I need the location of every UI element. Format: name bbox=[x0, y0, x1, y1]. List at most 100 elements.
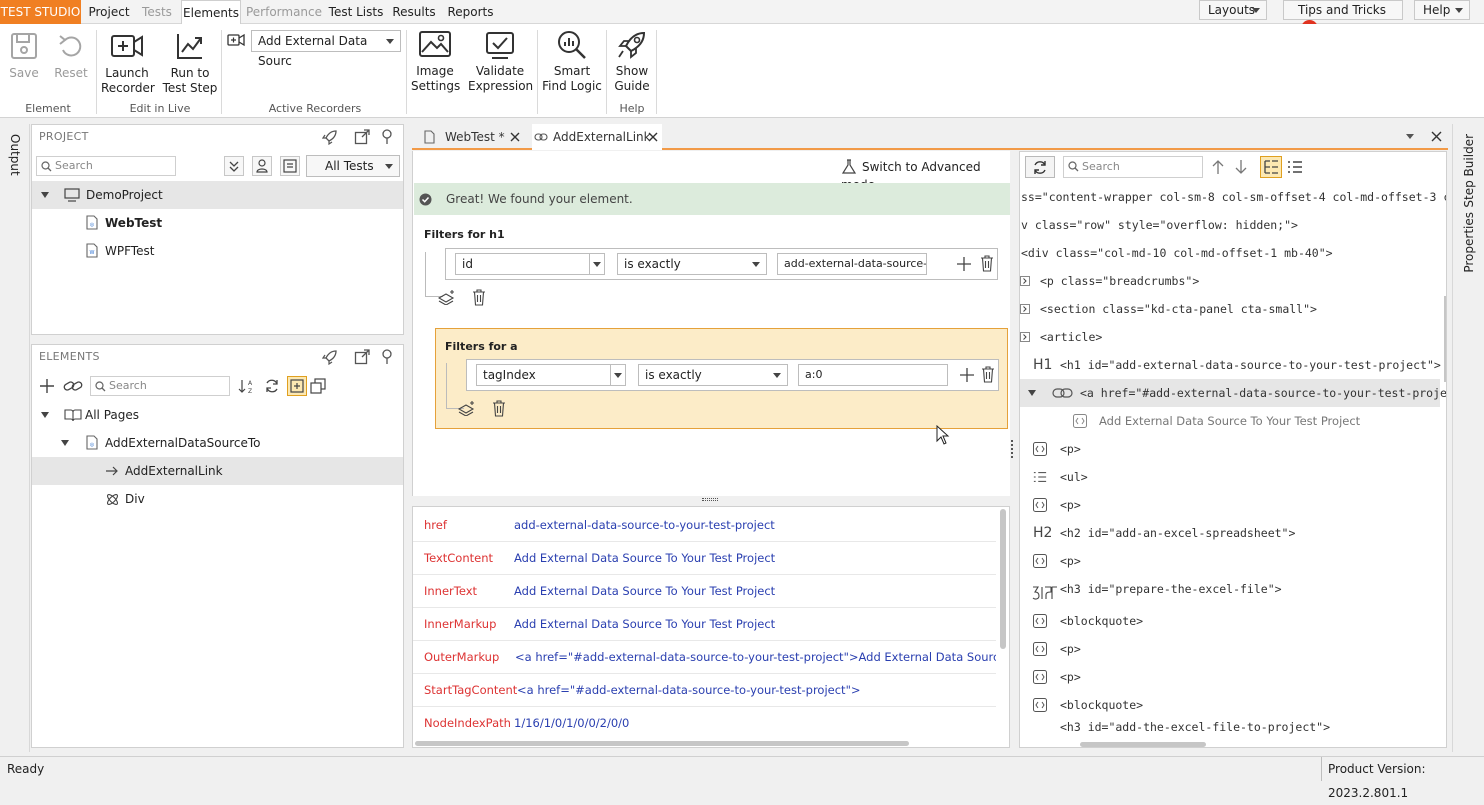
expand-arrow-icon[interactable] bbox=[41, 192, 49, 198]
dom-node-selected[interactable]: <a href="#add-external-data-source-to-yo… bbox=[1020, 379, 1446, 407]
arrow-up-icon[interactable] bbox=[1211, 159, 1225, 175]
tree-view-toggle[interactable] bbox=[1260, 156, 1282, 178]
trash-icon[interactable] bbox=[980, 255, 994, 272]
notes-button[interactable] bbox=[280, 156, 300, 176]
filter-value-input[interactable]: a:0 bbox=[798, 364, 948, 386]
layers-add-icon[interactable] bbox=[458, 400, 476, 416]
dom-node[interactable]: H2 <h2 id="add-an-excel-spreadsheet"> bbox=[1020, 519, 1446, 547]
tab-test-lists[interactable]: Test Lists bbox=[326, 0, 386, 24]
pin-icon[interactable] bbox=[380, 349, 394, 365]
add-icon[interactable] bbox=[39, 378, 55, 394]
tab-tests[interactable]: Tests bbox=[136, 0, 178, 24]
smart-find-logic-button[interactable]: Smart Find Logic bbox=[542, 30, 602, 94]
tab-project[interactable]: Project bbox=[84, 0, 134, 24]
tips-and-tricks-button[interactable]: Tips and Tricks26 bbox=[1283, 0, 1403, 37]
operator-select[interactable]: is exactly bbox=[638, 364, 788, 386]
expand-arrow-icon[interactable] bbox=[41, 412, 49, 418]
expand-icon[interactable] bbox=[1020, 304, 1030, 314]
rocket-icon[interactable] bbox=[322, 129, 338, 145]
tree-item-page[interactable]: ◎ AddExternalDataSourceTo bbox=[32, 429, 403, 457]
dom-node[interactable]: <h3 id="add-the-excel-file-to-project"> bbox=[1020, 721, 1446, 735]
horizontal-splitter[interactable] bbox=[412, 496, 1010, 504]
trash-icon[interactable] bbox=[472, 289, 486, 306]
user-filter-button[interactable] bbox=[252, 156, 272, 176]
rocket-icon[interactable] bbox=[322, 349, 338, 365]
arrow-down-icon[interactable] bbox=[1234, 159, 1248, 175]
dom-node[interactable]: <p> bbox=[1020, 491, 1446, 519]
project-search-input[interactable]: Search bbox=[36, 156, 176, 176]
properties-tab[interactable]: Properties bbox=[1462, 212, 1476, 273]
tree-item-webtest[interactable]: ◎ WebTest bbox=[32, 209, 403, 237]
property-row[interactable]: InnerMarkup Add External Data Source To … bbox=[413, 608, 996, 641]
expand-all-toggle[interactable] bbox=[287, 376, 307, 396]
dom-node[interactable]: v class="row" style="overflow: hidden;"> bbox=[1021, 211, 1298, 239]
property-row[interactable]: NodeIndexPath 1/16/1/0/1/0/0/2/0/0 bbox=[413, 707, 996, 740]
switch-advanced-button[interactable]: Switch to Advanced mode bbox=[841, 158, 1010, 192]
help-dropdown[interactable]: Help bbox=[1414, 0, 1470, 20]
test-filter-select[interactable]: All Tests bbox=[306, 155, 400, 177]
show-guide-button[interactable]: Show Guide bbox=[612, 30, 652, 94]
dom-node[interactable]: <h3 id="prepare-the-excel-file"> bbox=[1020, 577, 1446, 605]
close-icon[interactable] bbox=[1431, 131, 1442, 142]
external-window-icon[interactable] bbox=[354, 129, 370, 145]
dom-node[interactable]: <p> bbox=[1020, 435, 1446, 463]
property-row[interactable]: StartTagContent <a href="#add-external-d… bbox=[413, 674, 996, 707]
property-row[interactable]: OuterMarkup <a href="#add-external-data-… bbox=[413, 641, 996, 674]
attribute-select[interactable]: tagIndex bbox=[476, 364, 626, 386]
tree-item-demoproject[interactable]: DemoProject bbox=[32, 181, 403, 209]
dom-node[interactable]: <p> bbox=[1020, 547, 1446, 575]
pin-icon[interactable] bbox=[380, 129, 394, 145]
link-icon[interactable] bbox=[63, 378, 83, 394]
dom-node[interactable]: <article> bbox=[1020, 323, 1446, 351]
tab-elements[interactable]: Elements bbox=[181, 0, 241, 25]
layouts-dropdown[interactable]: Layouts bbox=[1199, 0, 1267, 20]
dom-node[interactable]: <div class="col-md-10 col-md-offset-1 mb… bbox=[1021, 239, 1333, 267]
list-view-icon[interactable] bbox=[1286, 158, 1304, 176]
filter-value-input[interactable]: add-external-data-source-t bbox=[777, 253, 927, 275]
expand-arrow-icon[interactable] bbox=[61, 440, 69, 446]
dom-node[interactable]: <p class="breadcrumbs"> bbox=[1020, 267, 1446, 295]
add-filter-icon[interactable] bbox=[960, 368, 974, 382]
image-settings-button[interactable]: Image Settings bbox=[411, 30, 460, 94]
copy-icon[interactable] bbox=[309, 378, 327, 394]
tab-addexternallink[interactable]: AddExternalLink bbox=[532, 124, 662, 150]
close-icon[interactable] bbox=[510, 132, 520, 142]
expand-icon[interactable] bbox=[1020, 276, 1030, 286]
run-to-test-step-button[interactable]: Run to Test Step bbox=[162, 30, 218, 96]
horizontal-scrollbar[interactable] bbox=[1080, 742, 1206, 747]
dom-node[interactable]: <p> bbox=[1020, 663, 1446, 691]
tab-webtest[interactable]: WebTest * bbox=[424, 124, 532, 150]
output-tab[interactable]: Output bbox=[8, 134, 22, 176]
external-window-icon[interactable] bbox=[354, 349, 370, 365]
dom-node[interactable]: <ul> bbox=[1020, 463, 1446, 491]
add-filter-icon[interactable] bbox=[957, 257, 971, 271]
tree-item-all-pages[interactable]: All Pages bbox=[32, 401, 403, 429]
expand-arrow-icon[interactable] bbox=[1028, 390, 1036, 396]
trash-icon[interactable] bbox=[981, 366, 995, 383]
tree-item-addexternallink[interactable]: AddExternalLink bbox=[32, 457, 403, 485]
validate-expression-button[interactable]: Validate Expression bbox=[468, 30, 533, 94]
operator-select[interactable]: is exactly bbox=[617, 253, 767, 275]
tab-performance[interactable]: Performance bbox=[245, 0, 323, 24]
collapse-all-button[interactable] bbox=[224, 156, 244, 176]
property-row[interactable]: TextContent Add External Data Source To … bbox=[413, 542, 996, 575]
dom-node[interactable]: <blockquote> bbox=[1020, 691, 1446, 719]
layers-add-icon[interactable] bbox=[438, 289, 456, 305]
dom-node[interactable]: Add External Data Source To Your Test Pr… bbox=[1020, 407, 1446, 435]
active-recorder-select[interactable]: Add External Data Sourc bbox=[251, 30, 401, 68]
dom-node[interactable]: ss="content-wrapper col-sm-8 col-sm-offs… bbox=[1021, 183, 1446, 211]
horizontal-scrollbar[interactable] bbox=[415, 741, 909, 746]
dom-search-input[interactable]: Search bbox=[1063, 156, 1203, 178]
tab-results[interactable]: Results bbox=[389, 0, 439, 24]
vertical-splitter[interactable] bbox=[1011, 440, 1015, 458]
elements-search-input[interactable]: Search bbox=[90, 376, 230, 396]
chevron-down-icon[interactable] bbox=[1406, 134, 1414, 140]
dom-node[interactable]: H1 <h1 id="add-external-data-source-to-y… bbox=[1020, 351, 1446, 379]
vertical-scrollbar[interactable] bbox=[1000, 509, 1006, 649]
save-button[interactable]: Save bbox=[6, 30, 42, 81]
step-builder-tab[interactable]: Step Builder bbox=[1462, 134, 1476, 208]
vertical-scrollbar[interactable] bbox=[1444, 296, 1446, 382]
tab-reports[interactable]: Reports bbox=[443, 0, 498, 24]
refresh-icon[interactable] bbox=[264, 378, 280, 394]
attribute-select[interactable]: id bbox=[455, 253, 605, 275]
